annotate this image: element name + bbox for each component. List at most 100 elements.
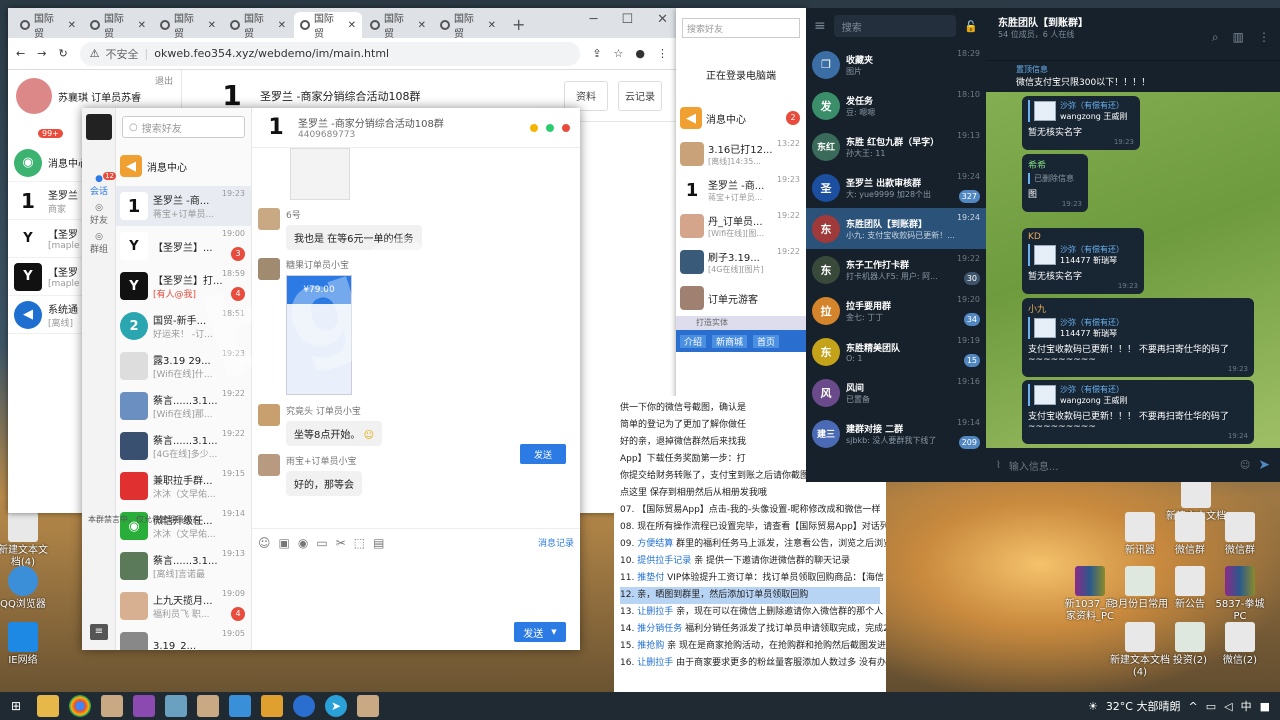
list-item[interactable]: 订单元游客 [676, 280, 806, 316]
list-item[interactable]: 3.16已打12... [离线]14:35... 13:22 [676, 136, 806, 172]
nav-groups[interactable]: ◎ 群组 [82, 232, 116, 255]
tag-button[interactable]: 新商城 [712, 334, 748, 348]
chrome-icon[interactable] [69, 695, 91, 717]
telegram-icon[interactable]: ➤ [325, 695, 347, 717]
close-icon[interactable]: ✕ [138, 20, 146, 31]
video-icon[interactable]: ◉ [298, 536, 308, 550]
list-item-selected[interactable]: 1 圣罗兰 -商... 蒋宝+订单员... 19:23 [116, 186, 251, 226]
weather-text[interactable]: 32°C 大部晴朗 [1106, 698, 1181, 714]
close-icon[interactable]: ✕ [418, 20, 426, 31]
emoji-icon[interactable]: ☺ [258, 536, 271, 550]
cloud-record-button[interactable]: 云记录 [618, 80, 662, 111]
doc-icon[interactable]: ▤ [373, 536, 384, 550]
url-field[interactable]: ⚠ 不安全 | okweb.feo354.xyz/webdemo/im/main… [79, 41, 581, 66]
browser-tab[interactable]: 国际贸 ✕ [14, 12, 82, 40]
tg-chat-item[interactable]: 建三 建群对接 二群 sjbkb: 没人要群我下线了 19:14 209 [806, 413, 986, 454]
list-item[interactable]: 1 圣罗兰 -商... 蒋宝+订单员... 19:23 [676, 172, 806, 208]
desktop-icon[interactable]: 新建文本文档(4) [0, 512, 50, 569]
tg-chat-item[interactable]: 东东胜精美团队 O: 1 19:19 15 [806, 331, 986, 372]
reply-quote[interactable]: 沙弥（有偿有还） wangzong 王威刚 [1028, 384, 1248, 406]
pinned-message[interactable]: 置顶信息 微信支付宝只限300以下！！！！ [986, 60, 1280, 92]
nav-friends[interactable]: ◎ 好友 [82, 203, 116, 226]
new-tab-button[interactable]: + [504, 15, 533, 38]
file-explorer-icon[interactable] [37, 695, 59, 717]
back-icon[interactable]: ← [16, 47, 25, 60]
minimize-icon[interactable] [530, 123, 538, 132]
close-icon[interactable]: ✕ [278, 20, 286, 31]
im-app-icon[interactable] [197, 695, 219, 717]
close-icon[interactable]: ✕ [488, 20, 496, 31]
profile-button[interactable]: 资料 [564, 80, 608, 111]
volume-icon[interactable]: ◁ [1224, 700, 1232, 713]
ime-indicator[interactable]: 中 [1241, 698, 1252, 714]
close-icon[interactable]: ✕ [68, 20, 76, 31]
app-icon[interactable] [133, 695, 155, 717]
list-item[interactable]: 刷子3.19... [4G在线][图片] 19:22 [676, 244, 806, 280]
windows-start-icon[interactable]: ⊞ [5, 695, 27, 717]
avatar[interactable] [85, 114, 112, 140]
image-icon[interactable]: ▣ [279, 536, 290, 550]
browser-tab[interactable]: 国际贸 ✕ [364, 12, 432, 40]
reply-quote[interactable]: 沙弥（有偿有还） 114477 靳瑞琴 [1028, 317, 1248, 339]
tg-chat-item[interactable]: 发发任务 豆: 嗯嗯 18:10 [806, 85, 986, 126]
hamburger-icon[interactable]: ≡ [814, 18, 826, 34]
tag-button[interactable]: 介绍 [680, 334, 707, 348]
desktop-icon[interactable]: QQ浏览器 [0, 566, 50, 611]
share-icon[interactable]: ⇪ [592, 47, 601, 60]
tg-chat-item[interactable]: 圣圣罗兰 出款审核群 大: yue9999 加28个出 19:24 327 [806, 167, 986, 208]
browser-tab[interactable]: 国际贸 ✕ [434, 12, 502, 40]
app-icon[interactable] [229, 695, 251, 717]
reply-quote[interactable]: 沙弥（有偿有还） wangzong 王威刚 [1028, 100, 1134, 122]
reply-quote[interactable]: 已删除信息 [1028, 173, 1082, 184]
browser-tab-active[interactable]: 国际贸 ✕ [294, 12, 362, 40]
browser-tab[interactable]: 国际贸 ✕ [224, 12, 292, 40]
tg-chat-item-selected[interactable]: 东东胜团队【到账群】 小九: 支付宝收款码已更新！... 19:24 [806, 208, 986, 249]
close-window-icon[interactable]: ✕ [657, 12, 668, 27]
browser-tab[interactable]: 国际贸 ✕ [154, 12, 222, 40]
sidebar-toggle-icon[interactable]: ▥ [1233, 30, 1244, 45]
logout-link[interactable]: 退出 [155, 74, 173, 87]
close-icon[interactable]: ✕ [348, 20, 356, 31]
tg-chat-item[interactable]: 东东子工作打卡群 打卡机器人F5: 用户: 阿... 19:22 30 [806, 249, 986, 290]
star-icon[interactable]: ☆ [614, 47, 624, 60]
list-item[interactable]: 蔡言......3.1... [4G在线]多少... 19:22 [116, 426, 251, 466]
search-input[interactable]: 搜索好友 [682, 18, 800, 38]
list-item[interactable]: 蔡言......3.1... [离线]言诺最 19:13 [116, 546, 251, 586]
avatar[interactable] [16, 78, 52, 114]
close-icon[interactable] [562, 123, 570, 132]
app-icon[interactable] [261, 695, 283, 717]
reload-icon[interactable]: ↻ [58, 47, 67, 60]
app-icon[interactable] [165, 695, 187, 717]
menu-icon[interactable]: ≡ [90, 624, 108, 640]
lock-icon[interactable]: 🔓 [964, 20, 978, 33]
emoji-icon[interactable]: ☺ [1240, 460, 1250, 471]
network-icon[interactable]: ▭ [1206, 700, 1216, 713]
menu-dots-icon[interactable]: ⋮ [657, 47, 668, 60]
send-icon[interactable]: ➤ [1258, 457, 1270, 473]
send-button[interactable]: 发送 [520, 444, 566, 464]
reply-quote[interactable]: 沙弥（有偿有还） 114477 靳瑞琴 [1028, 244, 1138, 266]
tg-chat-item[interactable]: 东红 东胜 红包九群（早字） 孙大王: 11 19:13 [806, 126, 986, 167]
qq-browser-icon[interactable] [293, 695, 315, 717]
attach-icon[interactable]: ⌇ [996, 460, 1001, 471]
desktop-icon[interactable]: IE网络 [0, 622, 50, 667]
forward-icon[interactable]: → [37, 47, 46, 60]
desktop-icon[interactable]: 微信(2) [1210, 622, 1270, 667]
close-icon[interactable]: ✕ [208, 20, 216, 31]
im-app-icon[interactable] [357, 695, 379, 717]
maximize-icon[interactable]: ☐ [621, 12, 633, 27]
send-button[interactable]: 发送 ▼ [514, 622, 566, 642]
tg-chat-item[interactable]: 拉拉手要用群 金七: 丁丁 19:20 34 [806, 290, 986, 331]
screenshot-icon[interactable]: ⬚ [354, 536, 365, 550]
minimize-icon[interactable]: ─ [590, 12, 598, 27]
chevron-down-icon[interactable]: ▼ [551, 628, 556, 636]
desktop-icon[interactable]: 5837-拳城PC [1210, 566, 1270, 623]
list-item[interactable]: 3.19_2... 19:05 [116, 626, 251, 650]
tg-chat-item[interactable]: ❐ 收藏夹 图片 18:29 [806, 44, 986, 85]
tg-chat-item[interactable]: 风风间 已置备 19:16 [806, 372, 986, 413]
profile-icon[interactable]: ● [635, 47, 645, 60]
list-item[interactable]: 兼职拉手群... 沐沐（文早佑... 19:15 [116, 466, 251, 506]
list-item[interactable]: ◀ 消息中心 2 [676, 100, 806, 136]
im-app-icon[interactable] [101, 695, 123, 717]
search-input[interactable]: 搜索 [833, 15, 957, 37]
